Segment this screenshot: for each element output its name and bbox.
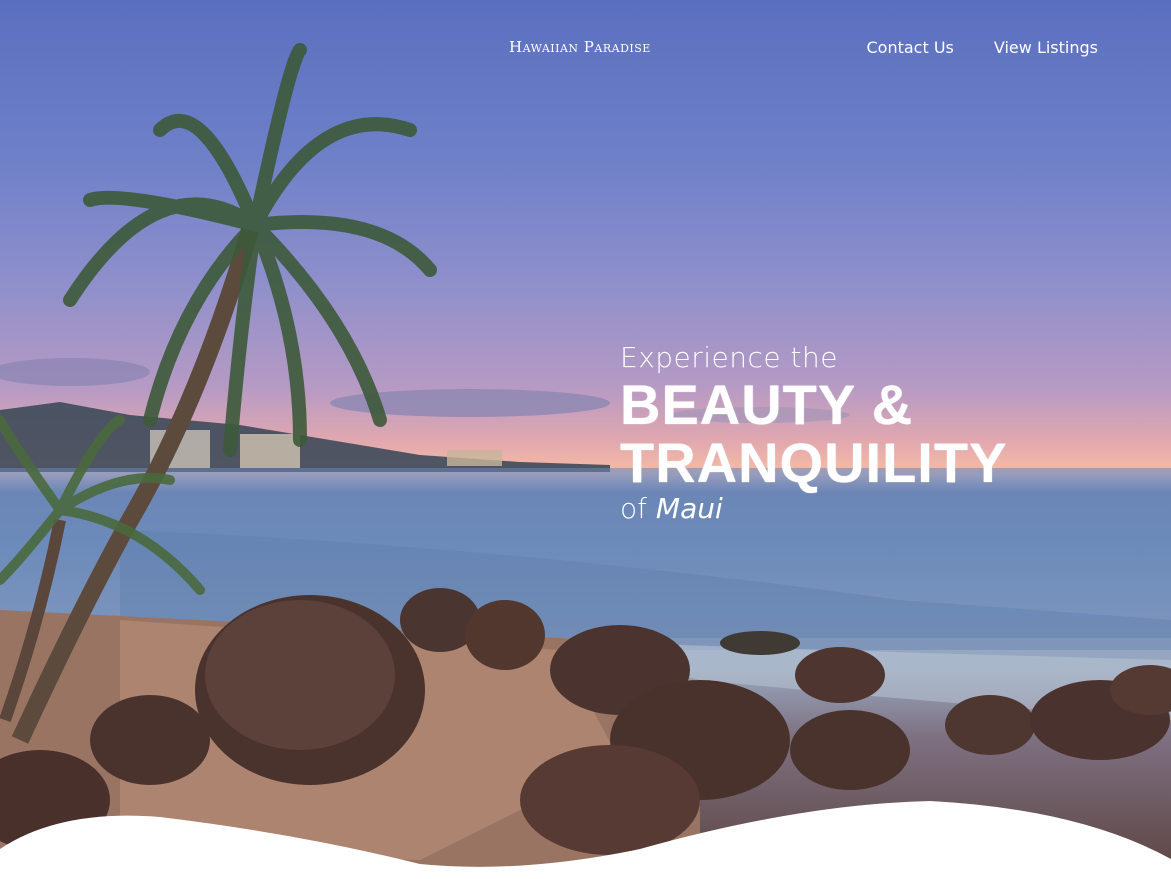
nav-link-contact-us[interactable]: Contact Us: [867, 38, 954, 57]
headline-line-4-emphasis: Maui: [655, 492, 723, 525]
headline-line-4-prefix: of: [620, 492, 647, 525]
brand-logo[interactable]: Hawaiian Paradise: [509, 38, 651, 56]
headline-line-3: TRANQUILITY: [620, 431, 1008, 494]
headline-line-1: Experience the: [620, 341, 838, 374]
headline-line-2: BEAUTY &: [620, 373, 914, 436]
nav-link-view-listings[interactable]: View Listings: [994, 38, 1098, 57]
top-nav: Contact Us View Listings: [867, 38, 1099, 57]
headline-line-4: of Maui: [620, 492, 1007, 526]
hero-headline: Experience the BEAUTY & TRANQUILITY of M…: [620, 340, 1007, 526]
bottom-wave-divider: [0, 801, 1171, 879]
hero-section: Hawaiian Paradise Contact Us View Listin…: [0, 0, 1171, 879]
